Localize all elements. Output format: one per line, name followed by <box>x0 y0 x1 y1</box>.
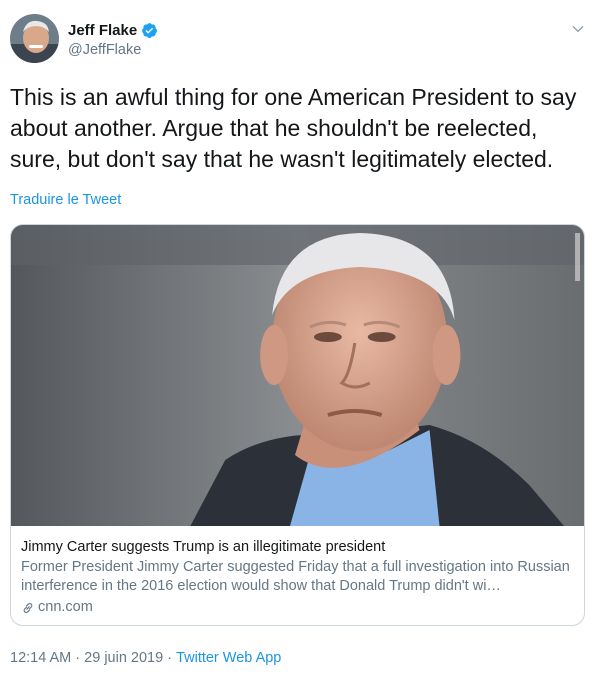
tweet-date[interactable]: 29 juin 2019 <box>84 650 163 666</box>
author-name-row[interactable]: Jeff Flake <box>68 22 158 39</box>
card-image <box>11 225 584 526</box>
author-name[interactable]: Jeff Flake <box>68 22 137 39</box>
tweet-time[interactable]: 12:14 AM <box>10 650 71 666</box>
author-handle[interactable]: @JeffFlake <box>68 42 141 58</box>
verified-badge-icon <box>142 23 158 38</box>
card-domain-row: cnn.com <box>21 598 574 617</box>
card-description: Former President Jimmy Carter suggested … <box>21 559 570 594</box>
meta-separator: · <box>163 650 177 666</box>
source-app-link[interactable]: Twitter Web App <box>176 650 281 666</box>
card-domain: cnn.com <box>38 599 93 615</box>
tweet-meta: 12:14 AM · 29 juin 2019 · Twitter Web Ap… <box>10 650 281 666</box>
translate-link[interactable]: Traduire le Tweet <box>10 192 121 208</box>
avatar-photo <box>10 14 59 63</box>
tweet-text: This is an awful thing for one American … <box>10 84 577 172</box>
link-icon <box>23 602 33 613</box>
meta-separator: · <box>71 650 85 666</box>
card-title: Jimmy Carter suggests Trump is an illegi… <box>21 539 386 555</box>
chevron-down-icon[interactable] <box>571 22 585 36</box>
avatar[interactable] <box>10 14 59 63</box>
link-card[interactable]: Jimmy Carter suggests Trump is an illegi… <box>10 224 585 626</box>
